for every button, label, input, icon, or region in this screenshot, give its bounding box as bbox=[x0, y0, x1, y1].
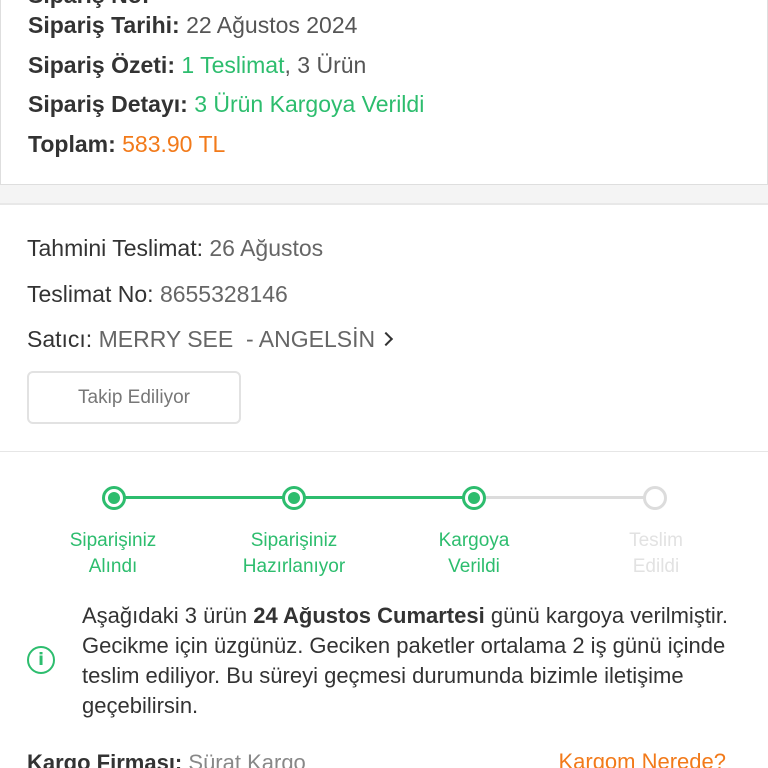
order-summary-items: , 3 Ürün bbox=[284, 52, 367, 78]
tracking-button[interactable]: Takip Ediliyor bbox=[27, 371, 241, 424]
shipping-delay-notice: i Aşağıdaki 3 ürün 24 Ağustos Cumartesi … bbox=[0, 598, 768, 723]
step-label-received: Siparişiniz Alındı bbox=[33, 528, 193, 580]
order-number-row: Sipariş No: bbox=[28, 0, 149, 9]
estimated-delivery-value: 26 Ağustos bbox=[209, 235, 324, 261]
order-summary-row: Sipariş Özeti: 1 Teslimat, 3 Ürün bbox=[28, 52, 366, 79]
order-detail-value: 3 Ürün Kargoya Verildi bbox=[194, 91, 425, 117]
order-summary-deliveries: 1 Teslimat bbox=[181, 52, 285, 78]
chevron-right-icon[interactable] bbox=[379, 331, 394, 347]
order-date-value: 22 Ağustos 2024 bbox=[186, 12, 358, 38]
step-label-preparing: Siparişiniz Hazırlanıyor bbox=[214, 528, 374, 580]
step-label-preparing-line2: Hazırlanıyor bbox=[242, 556, 346, 577]
order-summary-label: Sipariş Özeti: bbox=[28, 52, 175, 78]
step-dot-received bbox=[102, 486, 126, 510]
section-gap bbox=[0, 185, 768, 204]
step-label-shipped: Kargoya Verildi bbox=[394, 528, 554, 580]
delivery-number-row: Teslimat No: 8655328146 bbox=[27, 281, 288, 308]
step-label-received-line2: Alındı bbox=[88, 556, 138, 577]
seller-row[interactable]: Satıcı: MERRY SEE - ANGELSİN bbox=[27, 326, 394, 353]
info-icon: i bbox=[27, 646, 55, 674]
step-dot-shipped bbox=[462, 486, 486, 510]
carrier-row: Kargo Firması: Sürat Kargo bbox=[27, 750, 306, 768]
where-is-my-package-link[interactable]: Kargom Nerede? bbox=[558, 749, 726, 768]
step-label-received-line1: Siparişiniz bbox=[69, 530, 157, 551]
order-progress-tracker: Siparişiniz Alındı Siparişiniz Hazırlanı… bbox=[0, 470, 768, 590]
notice-text-before: Aşağıdaki 3 ürün bbox=[82, 603, 254, 628]
order-detail-label: Sipariş Detayı: bbox=[28, 91, 188, 117]
step-label-delivered-line1: Teslim bbox=[629, 530, 683, 551]
order-date-row: Sipariş Tarihi: 22 Ağustos 2024 bbox=[28, 12, 357, 39]
step-label-delivered: Teslim Edildi bbox=[576, 528, 736, 580]
step-label-shipped-line1: Kargoya bbox=[438, 530, 510, 551]
order-total-label: Toplam: bbox=[28, 131, 116, 157]
progress-segment-2 bbox=[294, 496, 474, 499]
order-total-value: 583.90 TL bbox=[122, 131, 226, 157]
step-label-delivered-line2: Edildi bbox=[632, 556, 680, 577]
order-summary-card: Sipariş No: Sipariş Tarihi: 22 Ağustos 2… bbox=[0, 0, 768, 185]
section-divider-2 bbox=[0, 451, 768, 452]
order-total-row: Toplam: 583.90 TL bbox=[28, 131, 225, 158]
notice-text-date: 24 Ağustos Cumartesi bbox=[253, 603, 485, 628]
step-dot-delivered bbox=[643, 486, 667, 510]
carrier-label: Kargo Firması: bbox=[27, 750, 183, 768]
section-divider bbox=[0, 203, 768, 205]
order-number-label: Sipariş No: bbox=[28, 0, 149, 8]
delivery-number-value: 8655328146 bbox=[159, 281, 288, 307]
step-label-preparing-line1: Siparişiniz bbox=[250, 530, 338, 551]
progress-segment-3 bbox=[474, 496, 655, 499]
step-label-shipped-line2: Verildi bbox=[448, 556, 500, 577]
estimated-delivery-row: Tahmini Teslimat: 26 Ağustos bbox=[27, 235, 323, 262]
seller-name-link[interactable]: MERRY SEE - ANGELSİN bbox=[99, 326, 376, 352]
order-date-label: Sipariş Tarihi: bbox=[28, 12, 180, 38]
seller-label: Satıcı: bbox=[27, 326, 93, 352]
delivery-number-label: Teslimat No: bbox=[27, 281, 154, 307]
carrier-value: Sürat Kargo bbox=[188, 750, 306, 768]
estimated-delivery-label: Tahmini Teslimat: bbox=[27, 235, 203, 261]
progress-segment-1 bbox=[114, 496, 294, 499]
order-detail-row: Sipariş Detayı: 3 Ürün Kargoya Verildi bbox=[28, 91, 424, 118]
step-dot-preparing bbox=[282, 486, 306, 510]
notice-text: Aşağıdaki 3 ürün 24 Ağustos Cumartesi gü… bbox=[82, 601, 742, 721]
